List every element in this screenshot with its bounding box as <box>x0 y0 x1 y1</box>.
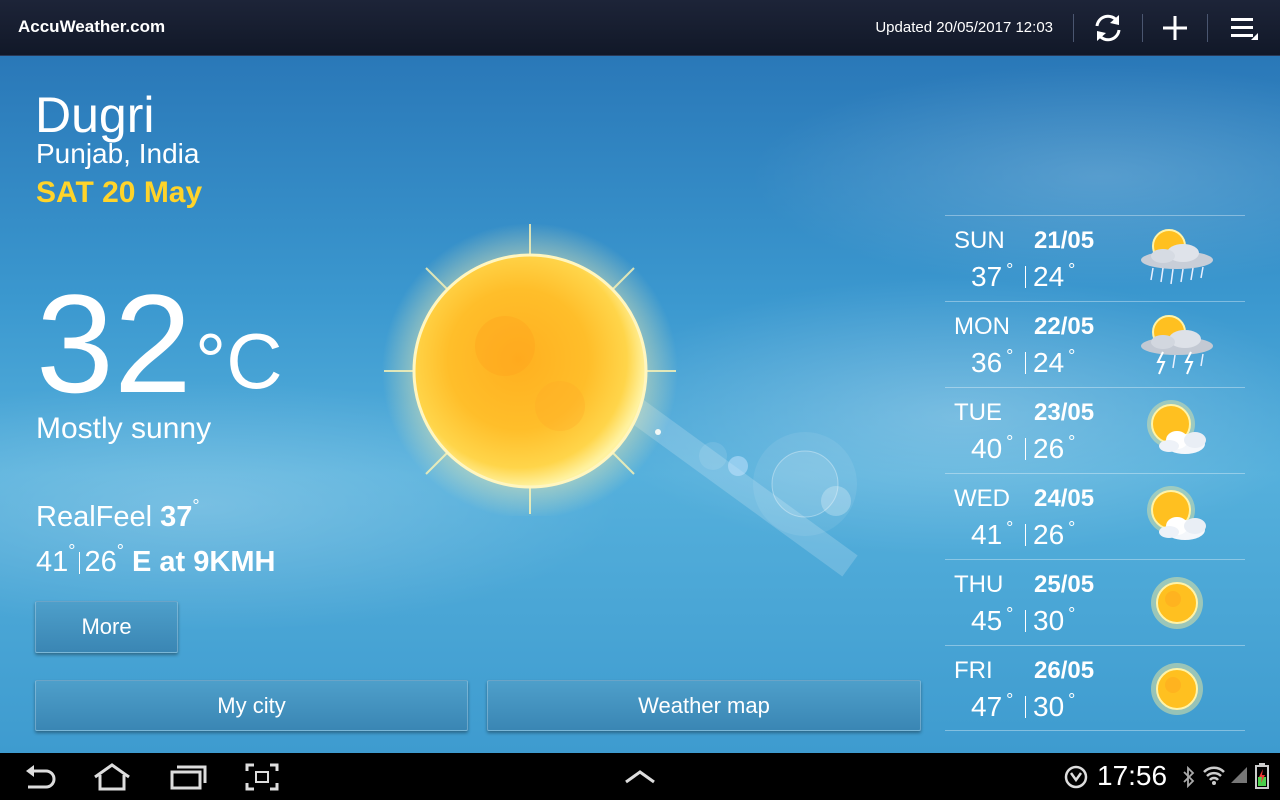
forecast-date: 21/05 <box>1034 227 1095 254</box>
divider <box>1025 524 1026 546</box>
signal-icon <box>1231 767 1247 783</box>
sun-cloud-icon <box>1133 396 1221 466</box>
realfeel-label: RealFeel <box>36 501 153 533</box>
forecast-row-fri[interactable]: FRI 26/05 47 ° 30 ° <box>945 645 1245 731</box>
divider <box>1025 266 1026 288</box>
more-button[interactable]: More <box>35 601 178 653</box>
forecast-high: 37 ° <box>971 260 1014 292</box>
my-city-button[interactable]: My city <box>35 680 468 731</box>
forecast-low: 26 ° <box>1033 432 1076 464</box>
forecast-list: SUN 21/05 37 ° 24 ° MON 22/05 36 ° 24 ° TUE 23/05 40 ° 2… <box>945 215 1245 731</box>
forecast-low: 24 ° <box>1033 346 1076 378</box>
weather-condition: Mostly sunny <box>36 412 212 445</box>
screenshot-icon <box>245 763 279 791</box>
current-date: SAT 20 May <box>36 176 203 209</box>
forecast-day: TUE <box>954 399 1002 426</box>
forecast-row-tue[interactable]: TUE 23/05 40 ° 26 ° <box>945 387 1245 473</box>
divider <box>1025 438 1026 460</box>
forecast-row-sun[interactable]: SUN 21/05 37 ° 24 ° <box>945 215 1245 301</box>
recent-apps-icon <box>170 765 207 790</box>
add-location-button[interactable] <box>1153 8 1197 48</box>
battery-icon <box>1255 763 1269 789</box>
sun-cloud-thunderstorm-icon <box>1133 310 1221 380</box>
temperature-unit: °C <box>195 317 283 405</box>
weather-main-panel: Dugri Punjab, India SAT 20 May 32 °C Mos… <box>0 56 1280 753</box>
menu-button[interactable] <box>1222 8 1266 48</box>
screenshot-button[interactable] <box>242 759 282 795</box>
system-navigation-bar: 17:56 <box>0 753 1280 800</box>
bluetooth-icon <box>1183 766 1195 788</box>
brand-logo: AccuWeather.com <box>18 17 166 36</box>
divider <box>1073 14 1074 42</box>
forecast-day: MON <box>954 313 1010 340</box>
forecast-low: 30 ° <box>1033 690 1076 722</box>
current-temperature: 32 <box>36 265 192 422</box>
weather-map-button[interactable]: Weather map <box>487 680 921 731</box>
divider <box>1025 696 1026 718</box>
forecast-high: 45 ° <box>971 604 1014 636</box>
up-arrow-icon <box>625 770 655 784</box>
sun-icon <box>380 216 680 519</box>
back-button[interactable] <box>18 759 62 795</box>
degree-symbol: ° <box>116 541 124 561</box>
refresh-button[interactable] <box>1086 8 1130 48</box>
forecast-low: 24 ° <box>1033 260 1076 292</box>
forecast-row-thu[interactable]: THU 25/05 45 ° 30 ° <box>945 559 1245 645</box>
realfeel: RealFeel 37° <box>36 496 200 534</box>
wifi-icon <box>1203 766 1225 785</box>
forecast-row-wed[interactable]: WED 24/05 41 ° 26 ° <box>945 473 1245 559</box>
low-temp: 26 <box>84 546 117 578</box>
forecast-date: 23/05 <box>1034 399 1095 426</box>
menu-icon <box>1231 18 1258 40</box>
sun-icon <box>1133 568 1221 638</box>
expand-up-button[interactable] <box>620 759 660 795</box>
sun-cloud-icon <box>1133 482 1221 552</box>
top-bar: AccuWeather.com Updated 20/05/2017 12:03 <box>0 0 1280 56</box>
forecast-low: 30 ° <box>1033 604 1076 636</box>
forecast-high: 47 ° <box>971 690 1014 722</box>
forecast-day: THU <box>954 571 1004 598</box>
forecast-high: 41 ° <box>971 518 1014 550</box>
high-temp: 41 <box>36 546 69 578</box>
back-icon <box>26 765 56 789</box>
degree-symbol: ° <box>192 496 200 516</box>
realfeel-value: 37 <box>160 501 193 533</box>
recent-apps-button[interactable] <box>166 759 210 795</box>
status-clock: 17:56 <box>1097 760 1168 791</box>
city-name: Dugri <box>35 87 155 143</box>
divider <box>79 552 81 575</box>
forecast-day: WED <box>954 485 1010 512</box>
add-icon <box>1163 16 1187 40</box>
sun-icon <box>1133 654 1221 724</box>
sun-cloud-rain-icon <box>1133 224 1221 294</box>
region-name: Punjab, India <box>36 138 200 169</box>
degree-symbol: ° <box>68 541 76 561</box>
forecast-high: 40 ° <box>971 432 1014 464</box>
forecast-day: FRI <box>954 657 993 684</box>
refresh-icon <box>1095 14 1121 42</box>
forecast-date: 22/05 <box>1034 313 1095 340</box>
divider <box>1207 14 1208 42</box>
divider <box>1025 610 1026 632</box>
forecast-date: 25/05 <box>1034 571 1095 598</box>
updated-timestamp: Updated 20/05/2017 12:03 <box>875 19 1053 36</box>
forecast-day: SUN <box>954 227 1005 254</box>
divider <box>1025 352 1026 374</box>
usb-debug-icon <box>1064 765 1088 789</box>
forecast-date: 26/05 <box>1034 657 1095 684</box>
home-icon <box>94 763 130 791</box>
forecast-low: 26 ° <box>1033 518 1076 550</box>
hi-lo-wind: 41° 26° E at 9KMH <box>36 541 275 579</box>
home-button[interactable] <box>88 759 136 795</box>
forecast-row-mon[interactable]: MON 22/05 36 ° 24 ° <box>945 301 1245 387</box>
forecast-date: 24/05 <box>1034 485 1095 512</box>
forecast-high: 36 ° <box>971 346 1014 378</box>
divider <box>1142 14 1143 42</box>
wind-info: E at 9KMH <box>132 546 276 578</box>
